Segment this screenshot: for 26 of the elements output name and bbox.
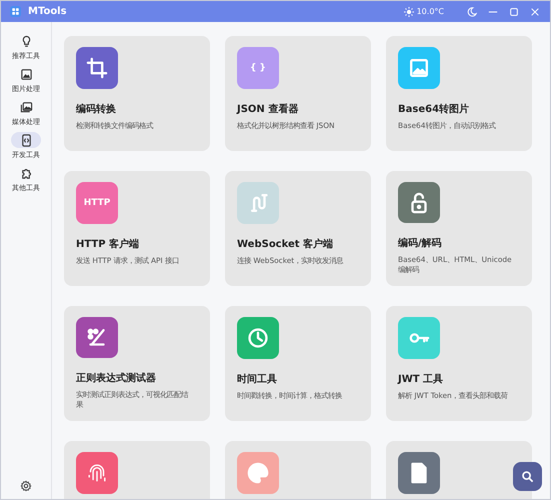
tool-title: Base64转图片 xyxy=(398,102,470,116)
sun-icon xyxy=(404,6,414,16)
tool-title: 时间工具 xyxy=(237,372,277,386)
bulb-icon xyxy=(20,34,32,48)
app-icon xyxy=(10,6,21,17)
search-icon xyxy=(521,470,534,483)
tool-title: JSON 查看器 xyxy=(237,102,298,116)
gallery-icon xyxy=(20,100,32,114)
tool-title: JWT 工具 xyxy=(398,372,444,386)
tool-icon: { } xyxy=(237,47,279,89)
settings-icon[interactable] xyxy=(20,480,32,492)
maximize-icon[interactable] xyxy=(509,6,519,16)
tool-title: WebSocket 客户端 xyxy=(237,237,334,251)
image-icon xyxy=(20,68,32,80)
tool-icon: HTTP xyxy=(76,182,118,224)
tool-title: 编码转换 xyxy=(76,102,116,116)
temperature-text: 10.0°C xyxy=(416,7,444,16)
code-icon xyxy=(20,134,32,146)
moon-icon[interactable] xyxy=(467,6,477,16)
window-title: MTools xyxy=(28,6,67,17)
close-icon[interactable] xyxy=(530,6,540,16)
search-button[interactable] xyxy=(513,462,542,491)
puzzle-icon xyxy=(20,166,32,180)
tool-title: HTTP 客户端 xyxy=(76,237,140,251)
tool-title: 正则表达式测试器 xyxy=(76,372,156,386)
tool-title: 编码/解码 xyxy=(398,236,442,250)
